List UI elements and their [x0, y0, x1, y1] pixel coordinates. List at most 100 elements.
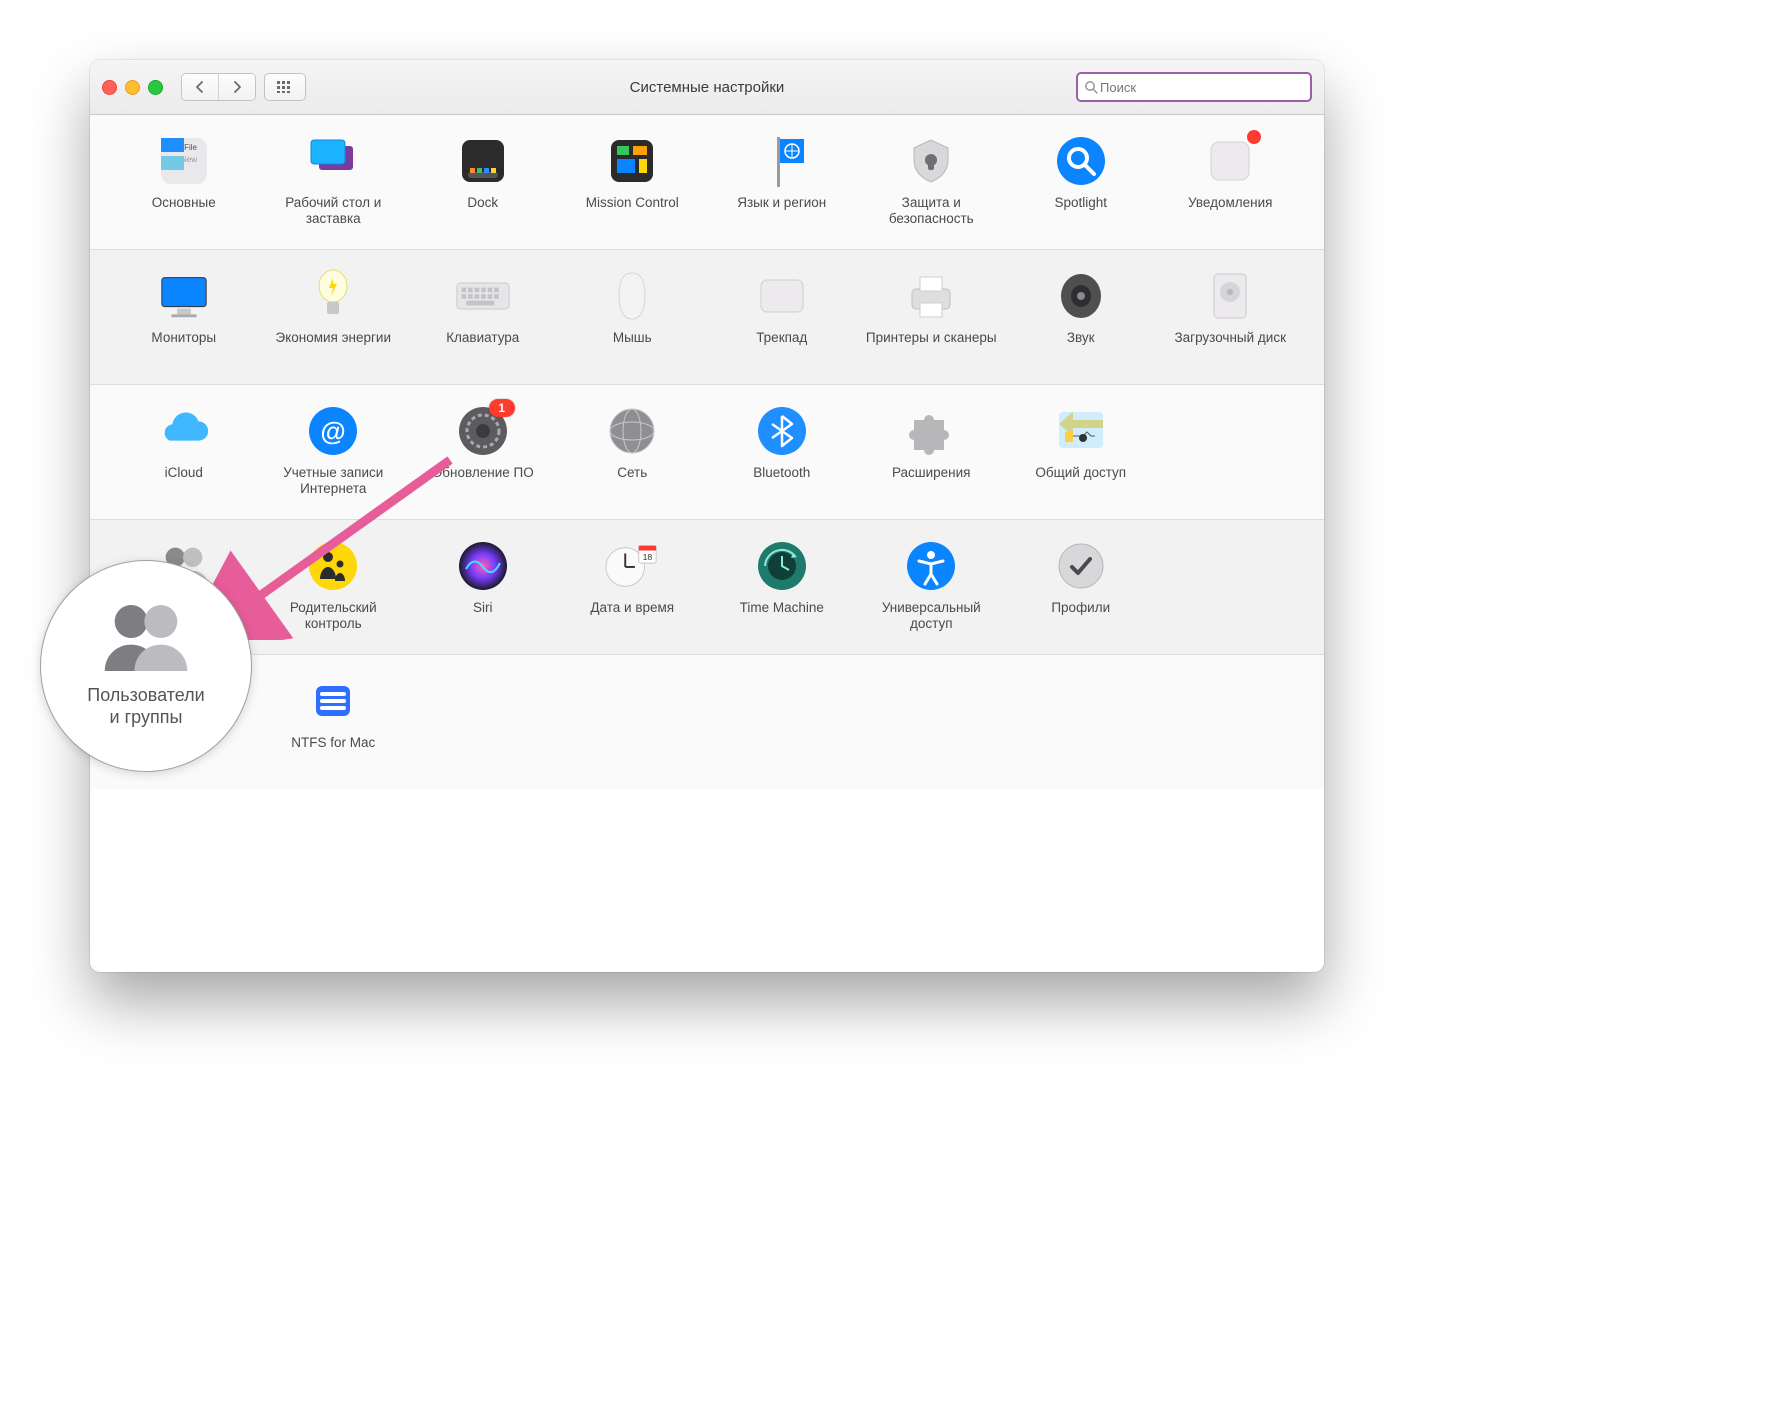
chevron-left-icon — [195, 81, 205, 93]
pane-label: Принтеры и сканеры — [866, 330, 997, 346]
internet-accounts-icon: @ — [305, 403, 361, 459]
pane-ntfs-for-mac[interactable]: NTFS for Mac — [262, 673, 406, 783]
date-time-icon: 18 — [604, 538, 660, 594]
pane-profiles[interactable]: Профили — [1009, 538, 1153, 648]
pane-label: Защита и безопасность — [861, 195, 1001, 227]
displays-icon — [156, 268, 212, 324]
pane-mouse[interactable]: Мышь — [561, 268, 705, 378]
nav-back-forward — [181, 73, 256, 101]
pane-internet-accounts[interactable]: @ Учетные записи Интернета — [262, 403, 406, 513]
pane-network[interactable]: Сеть — [561, 403, 705, 513]
pane-label: Основные — [152, 195, 216, 211]
update-badge: 1 — [489, 399, 515, 417]
software-update-icon: 1 — [455, 403, 511, 459]
pane-accessibility[interactable]: Универсальный доступ — [860, 538, 1004, 648]
pane-label: Язык и регион — [737, 195, 826, 211]
pane-label: Рабочий стол и заставка — [263, 195, 403, 227]
pane-bluetooth[interactable]: Bluetooth — [710, 403, 854, 513]
pane-label: Экономия энергии — [276, 330, 391, 346]
pane-date-time[interactable]: 18 Дата и время — [561, 538, 705, 648]
desktop-icon — [305, 133, 361, 189]
pane-printers[interactable]: Принтеры и сканеры — [860, 268, 1004, 378]
grid-icon — [277, 81, 293, 93]
security-icon — [903, 133, 959, 189]
pane-startup-disk[interactable]: Загрузочный диск — [1159, 268, 1303, 378]
pane-software-update[interactable]: 1 Обновление ПО — [411, 403, 555, 513]
svg-text:@: @ — [321, 416, 346, 446]
pane-label: NTFS for Mac — [291, 735, 375, 751]
chevron-right-icon — [232, 81, 242, 93]
pane-label: Общий доступ — [1035, 465, 1126, 481]
pane-label: Трекпад — [756, 330, 807, 346]
pane-icloud[interactable]: iCloud — [112, 403, 256, 513]
svg-text:18: 18 — [643, 552, 653, 562]
pane-trackpad[interactable]: Трекпад — [710, 268, 854, 378]
pane-label: Клавиатура — [446, 330, 519, 346]
pane-mission-control[interactable]: Mission Control — [561, 133, 705, 243]
pane-label: Профили — [1051, 600, 1110, 616]
pane-security[interactable]: Защита и безопасность — [860, 133, 1004, 243]
spotlight-icon — [1053, 133, 1109, 189]
pane-siri[interactable]: Siri — [411, 538, 555, 648]
system-preferences-window: Системные настройки FileNew Основные — [90, 60, 1324, 972]
pane-general[interactable]: FileNew Основные — [112, 133, 256, 243]
time-machine-icon — [754, 538, 810, 594]
extensions-icon — [903, 403, 959, 459]
back-button[interactable] — [182, 74, 218, 100]
svg-text:File: File — [184, 143, 197, 152]
users-groups-icon-large — [97, 595, 195, 684]
annotation-label: Пользователи и группы — [87, 685, 204, 728]
pane-label: Звук — [1067, 330, 1095, 346]
search-icon — [1084, 80, 1098, 94]
startup-disk-icon — [1202, 268, 1258, 324]
pane-language[interactable]: Язык и регион — [710, 133, 854, 243]
icloud-icon — [156, 403, 212, 459]
pane-label: Расширения — [892, 465, 971, 481]
pane-label: Siri — [473, 600, 493, 616]
pane-notifications[interactable]: Уведомления — [1159, 133, 1303, 243]
pane-label: iCloud — [165, 465, 203, 481]
section-row-4: Пользователи и группы Родительский контр… — [112, 538, 1302, 648]
sharing-icon — [1053, 403, 1109, 459]
show-all-button[interactable] — [264, 73, 306, 101]
pane-label: Мониторы — [151, 330, 216, 346]
pane-dock[interactable]: Dock — [411, 133, 555, 243]
minimize-button[interactable] — [125, 80, 140, 95]
notifications-icon — [1202, 133, 1258, 189]
pane-time-machine[interactable]: Time Machine — [710, 538, 854, 648]
pane-label: Загрузочный диск — [1174, 330, 1286, 346]
network-icon — [604, 403, 660, 459]
pane-label: Bluetooth — [753, 465, 810, 481]
titlebar: Системные настройки — [90, 60, 1324, 115]
section-row-3: iCloud @ Учетные записи Интернета 1 Обно… — [112, 403, 1302, 513]
search-field-container[interactable] — [1076, 72, 1312, 102]
ntfs-icon — [305, 673, 361, 729]
notification-badge-icon — [1247, 130, 1261, 144]
pane-sound[interactable]: Звук — [1009, 268, 1153, 378]
language-region-icon — [754, 133, 810, 189]
window-controls — [102, 80, 163, 95]
search-input[interactable] — [1098, 79, 1304, 96]
pane-keyboard[interactable]: Клавиатура — [411, 268, 555, 378]
close-button[interactable] — [102, 80, 117, 95]
pane-desktop[interactable]: Рабочий стол и заставка — [262, 133, 406, 243]
pane-displays[interactable]: Мониторы — [112, 268, 256, 378]
pane-label: Мышь — [613, 330, 652, 346]
bluetooth-icon — [754, 403, 810, 459]
sound-icon — [1053, 268, 1109, 324]
pane-sharing[interactable]: Общий доступ — [1009, 403, 1153, 513]
forward-button[interactable] — [218, 74, 255, 100]
annotation-magnifier: Пользователи и группы — [40, 560, 252, 772]
section-row-5: Java NTFS for Mac — [112, 673, 1302, 783]
energy-saver-icon — [305, 268, 361, 324]
mission-control-icon — [604, 133, 660, 189]
pane-extensions[interactable]: Расширения — [860, 403, 1004, 513]
pane-energy[interactable]: Экономия энергии — [262, 268, 406, 378]
pane-parental-controls[interactable]: Родительский контроль — [262, 538, 406, 648]
pane-spotlight[interactable]: Spotlight — [1009, 133, 1153, 243]
pane-label: Mission Control — [586, 195, 679, 211]
zoom-button[interactable] — [148, 80, 163, 95]
pane-label: Учетные записи Интернета — [263, 465, 403, 497]
pane-label: Time Machine — [740, 600, 824, 616]
siri-icon — [455, 538, 511, 594]
